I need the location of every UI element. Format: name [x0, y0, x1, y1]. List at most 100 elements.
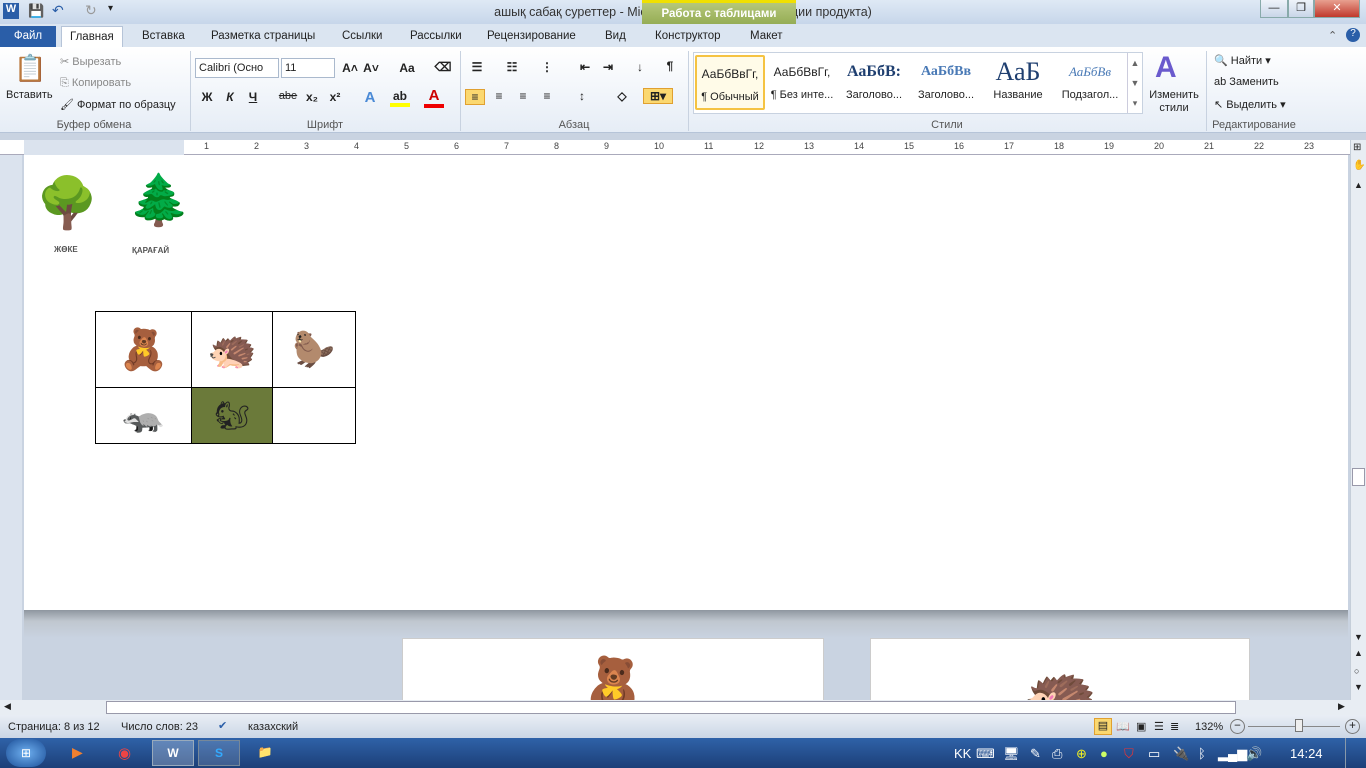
- browse-object-button[interactable]: ○: [1354, 666, 1359, 676]
- signal-icon[interactable]: ▂▄▆: [1218, 746, 1247, 762]
- scroll-right-button[interactable]: ▶: [1338, 701, 1345, 712]
- font-color-icon[interactable]: A: [424, 87, 444, 108]
- gopher-image-cell[interactable]: 🐿: [191, 387, 273, 444]
- draft-button[interactable]: ≣: [1170, 720, 1179, 733]
- show-desktop-button[interactable]: [1345, 738, 1366, 768]
- change-case-button[interactable]: Aa: [395, 61, 419, 75]
- taskbar-word[interactable]: W: [152, 740, 194, 766]
- help-icon[interactable]: ?: [1346, 28, 1360, 42]
- next-page-button[interactable]: ▼: [1354, 682, 1363, 692]
- outline-button[interactable]: ☰: [1154, 720, 1164, 733]
- tab-mailings[interactable]: Рассылки: [402, 26, 470, 47]
- web-layout-button[interactable]: ▣: [1136, 720, 1146, 733]
- format-painter-button[interactable]: 🖌 Формат по образцу: [60, 98, 176, 111]
- grow-font-button[interactable]: A˄: [340, 61, 360, 75]
- bluetooth-icon[interactable]: ᛒ: [1198, 746, 1206, 761]
- printer-icon[interactable]: ⎙: [1052, 746, 1062, 762]
- power-icon[interactable]: 🔌: [1173, 746, 1189, 762]
- style-heading2[interactable]: АаБбВв Заголово...: [911, 55, 981, 110]
- subscript-button[interactable]: x₂: [302, 90, 322, 104]
- justify-button[interactable]: ≡: [537, 89, 557, 103]
- copy-button[interactable]: ⎘ Копировать: [60, 77, 131, 90]
- replace-button[interactable]: ab Заменить: [1214, 76, 1279, 88]
- view-ruler-icon[interactable]: ⊞: [1353, 142, 1361, 153]
- scroll-up-button[interactable]: ▲: [1354, 180, 1363, 190]
- decrease-indent-icon[interactable]: ⇤: [575, 60, 595, 74]
- chrome-icon[interactable]: ◉: [118, 744, 131, 762]
- language-tray[interactable]: KK: [954, 746, 971, 761]
- strikethrough-button[interactable]: abe: [278, 90, 298, 102]
- monitor-icon[interactable]: 🖥: [1003, 746, 1020, 762]
- maximize-button[interactable]: ❐: [1288, 0, 1314, 18]
- style-normal[interactable]: АаБбВвГг, ¶ Обычный: [695, 55, 765, 110]
- italic-button[interactable]: К: [220, 90, 240, 104]
- clear-formatting-icon[interactable]: ⌫: [433, 60, 453, 74]
- device-icon[interactable]: ▭: [1148, 746, 1160, 762]
- zoom-out-button[interactable]: −: [1230, 719, 1245, 734]
- animals-table[interactable]: 🧸 🦔 🦫 🦡 🐿: [95, 311, 356, 444]
- shading-icon[interactable]: ◇: [612, 89, 632, 103]
- prev-page-button[interactable]: ▲: [1354, 648, 1363, 658]
- volume-icon[interactable]: 🔊: [1246, 746, 1262, 762]
- media-player-icon[interactable]: ▶: [72, 744, 83, 761]
- tab-file[interactable]: Файл: [0, 26, 56, 47]
- gallery-scroll[interactable]: ▲ ▼ ▾: [1127, 53, 1142, 113]
- keyboard-icon[interactable]: ⌨: [976, 746, 995, 762]
- start-button[interactable]: ⊞: [6, 739, 46, 767]
- close-button[interactable]: ✕: [1314, 0, 1360, 18]
- tab-insert[interactable]: Вставка: [134, 26, 193, 47]
- zoom-level[interactable]: 132%: [1195, 721, 1223, 733]
- language-indicator[interactable]: казахский: [248, 721, 298, 733]
- align-right-button[interactable]: ≡: [513, 89, 533, 103]
- tab-home[interactable]: Главная: [61, 26, 123, 47]
- superscript-button[interactable]: x²: [325, 90, 345, 104]
- zoom-slider-thumb[interactable]: [1295, 719, 1303, 732]
- shield-icon[interactable]: ⛉: [1124, 746, 1134, 762]
- line-spacing-icon[interactable]: ↕: [572, 89, 592, 103]
- paste-button[interactable]: Вставить: [6, 89, 53, 101]
- numbering-icon[interactable]: ☷: [502, 60, 522, 74]
- badger-image-cell[interactable]: 🦡: [95, 387, 192, 444]
- style-heading1[interactable]: АаБбВ: Заголово...: [839, 55, 909, 110]
- zoom-in-button[interactable]: +: [1345, 719, 1360, 734]
- borders-button[interactable]: ⊞▾: [643, 88, 673, 104]
- find-button[interactable]: 🔍 Найти ▾: [1214, 54, 1271, 67]
- underline-button[interactable]: Ч: [243, 90, 263, 104]
- tab-view[interactable]: Вид: [597, 26, 634, 47]
- tab-design[interactable]: Конструктор: [647, 26, 729, 47]
- full-screen-reading-button[interactable]: 📖: [1116, 720, 1130, 733]
- highlight-icon[interactable]: ab: [390, 89, 410, 107]
- plus-app-icon[interactable]: ⊕: [1076, 746, 1087, 762]
- print-layout-button[interactable]: ▤: [1094, 718, 1112, 735]
- word-count[interactable]: Число слов: 23: [121, 721, 198, 733]
- hedgehog-image-cell[interactable]: 🦔: [191, 311, 273, 388]
- bold-button[interactable]: Ж: [197, 90, 217, 104]
- font-size-select[interactable]: 11: [281, 58, 335, 78]
- horizontal-ruler[interactable]: 123456789101112131415161718192021222324: [0, 140, 1364, 155]
- minimize-ribbon-icon[interactable]: ⌃: [1328, 29, 1337, 42]
- scroll-down-button[interactable]: ▼: [1354, 632, 1363, 642]
- style-no-spacing[interactable]: АаБбВвГг, ¶ Без инте...: [767, 55, 837, 110]
- scroll-thumb[interactable]: [1352, 468, 1365, 486]
- bullets-icon[interactable]: ☰: [467, 60, 487, 74]
- change-styles-icon[interactable]: A: [1155, 51, 1177, 85]
- scroll-left-button[interactable]: ◀: [4, 701, 11, 712]
- taskbar-skype[interactable]: S: [198, 740, 240, 766]
- increase-indent-icon[interactable]: ⇥: [598, 60, 618, 74]
- multilevel-list-icon[interactable]: ⋮: [537, 60, 557, 74]
- minimize-button[interactable]: —: [1260, 0, 1288, 18]
- align-left-button[interactable]: ≡: [465, 89, 485, 105]
- empty-cell[interactable]: [272, 387, 356, 444]
- text-effects-icon[interactable]: A: [360, 89, 380, 106]
- proofing-icon[interactable]: ✔: [218, 719, 227, 732]
- cut-button[interactable]: ✂ Вырезать: [60, 55, 121, 68]
- pen-icon[interactable]: ✎: [1030, 746, 1041, 762]
- font-name-select[interactable]: Calibri (Осно: [195, 58, 279, 78]
- shrink-font-button[interactable]: A˅: [361, 61, 381, 75]
- tab-layout[interactable]: Макет: [742, 26, 791, 47]
- tab-page-layout[interactable]: Разметка страницы: [203, 26, 323, 47]
- tab-review[interactable]: Рецензирование: [479, 26, 584, 47]
- sort-icon[interactable]: ↓: [630, 60, 650, 74]
- hscroll-thumb[interactable]: [106, 701, 1236, 714]
- bear-image-cell[interactable]: 🧸: [95, 311, 192, 388]
